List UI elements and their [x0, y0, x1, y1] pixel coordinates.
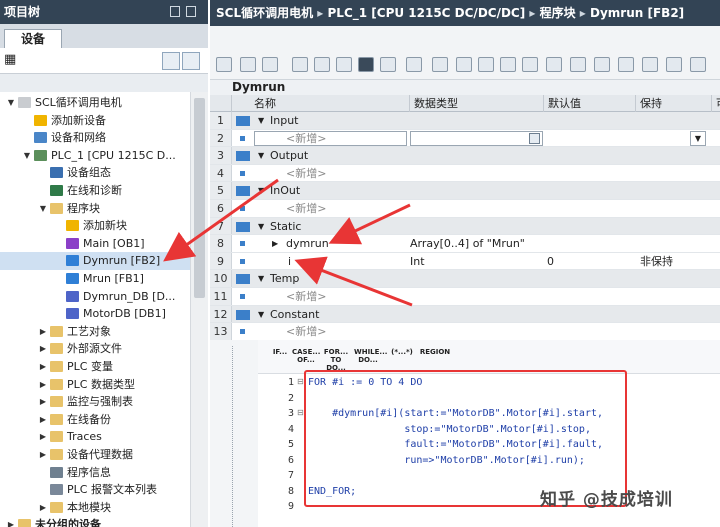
arrow-to-dymrun-block — [163, 178, 279, 262]
watermark: 知乎 @技成培训 — [540, 490, 673, 510]
annotation-arrows — [163, 178, 413, 307]
arrow-to-index-var — [294, 256, 413, 307]
arrow-to-dymrun-static — [328, 203, 411, 245]
